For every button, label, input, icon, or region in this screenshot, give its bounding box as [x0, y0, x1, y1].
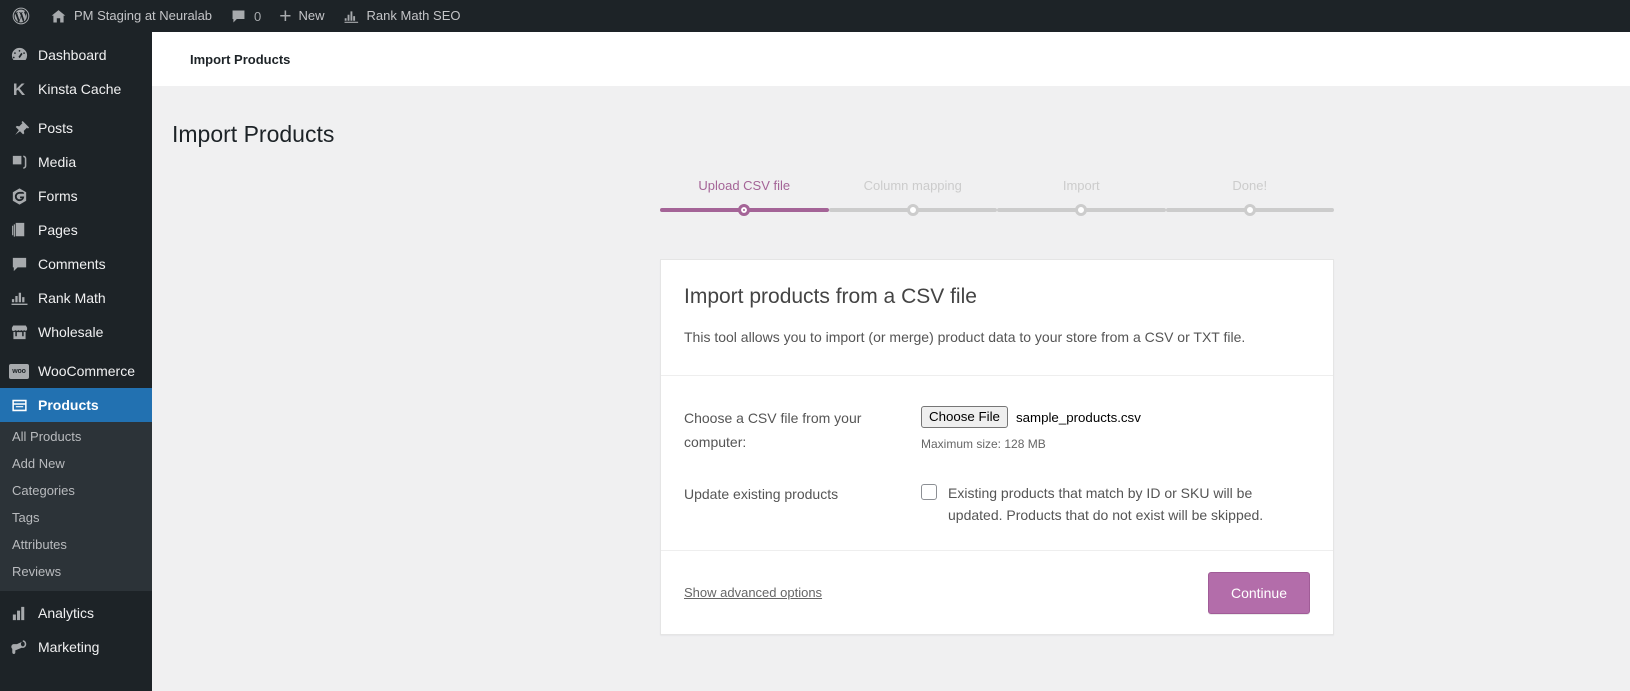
media-icon — [9, 152, 29, 172]
continue-button[interactable]: Continue — [1207, 571, 1310, 614]
sidebar-item-categories[interactable]: Categories — [0, 477, 152, 504]
step-column-mapping: Column mapping — [828, 178, 998, 216]
show-advanced-options-link[interactable]: Show advanced options — [684, 585, 822, 600]
selected-file-name: sample_products.csv — [1015, 409, 1141, 425]
sidebar-item-posts[interactable]: Posts — [0, 111, 152, 145]
page-title: Import Products — [172, 121, 335, 147]
card-body: Choose a CSV file from your computer: Ch… — [661, 376, 1333, 550]
import-card: Import products from a CSV file This too… — [660, 259, 1334, 635]
comment-count: 0 — [254, 8, 262, 24]
import-stepper: Upload CSV file Column mapping Import Do… — [660, 178, 1334, 236]
step-label: Column mapping — [863, 178, 962, 193]
max-size-hint: Maximum size: 128 MB — [921, 437, 1046, 451]
update-existing-row: Update existing products Existing produc… — [684, 472, 1310, 536]
sidebar-label: Marketing — [38, 639, 100, 655]
update-existing-description: Existing products that match by ID or SK… — [948, 485, 1264, 523]
site-name-label: PM Staging at Neuralab — [74, 8, 213, 23]
wp-logo-menu[interactable] — [0, 0, 41, 32]
card-description: This tool allows you to import (or merge… — [684, 329, 1246, 345]
admin-sidebar: Dashboard K Kinsta Cache Posts Media For… — [0, 32, 160, 691]
sidebar-item-wholesale[interactable]: Wholesale — [0, 315, 152, 349]
sidebar-item-products[interactable]: Products — [0, 388, 160, 422]
step-import: Import — [997, 178, 1166, 216]
step-upload-csv[interactable]: Upload CSV file — [660, 178, 829, 216]
step-label: Import — [1062, 178, 1100, 193]
new-label: New — [298, 8, 325, 23]
wordpress-logo-icon — [11, 6, 31, 26]
sidebar-item-comments[interactable]: Comments — [0, 247, 152, 281]
site-name-menu[interactable]: PM Staging at Neuralab — [41, 0, 221, 32]
rank-math-menu[interactable]: Rank Math SEO — [334, 0, 470, 32]
file-upload-field: Choose File sample_products.csv Maximum … — [921, 406, 1310, 454]
sidebar-label: Rank Math — [38, 290, 106, 306]
megaphone-icon — [9, 637, 29, 657]
comment-bubble-icon — [230, 8, 247, 25]
bar-chart-icon — [9, 603, 29, 623]
sidebar-label: Kinsta Cache — [38, 81, 122, 97]
comments-menu[interactable]: 0 — [221, 0, 270, 32]
sidebar-item-add-new[interactable]: Add New — [0, 450, 152, 477]
store-icon — [9, 322, 29, 342]
sidebar-label: Media — [38, 154, 77, 170]
sidebar-item-forms[interactable]: Forms — [0, 179, 152, 213]
update-existing-field: Existing products that match by ID or SK… — [921, 482, 1310, 526]
card-heading: Import products from a CSV file — [684, 285, 977, 308]
update-existing-checkbox[interactable] — [921, 484, 937, 500]
sidebar-item-kinsta-cache[interactable]: K Kinsta Cache — [0, 72, 152, 106]
rank-math-icon — [343, 8, 360, 25]
sidebar-label: Analytics — [38, 605, 95, 621]
rank-math-icon — [9, 288, 29, 308]
forms-icon — [9, 186, 29, 206]
rank-math-label: Rank Math SEO — [366, 8, 461, 23]
products-submenu: All Products Add New Categories Tags Att… — [0, 422, 152, 591]
sidebar-item-attributes[interactable]: Attributes — [0, 531, 152, 558]
sidebar-item-woocommerce[interactable]: woo WooCommerce — [0, 354, 152, 388]
sidebar-label: Wholesale — [38, 324, 104, 340]
breadcrumb-bar: Import Products — [152, 32, 1630, 86]
sidebar-item-tags[interactable]: Tags — [0, 504, 152, 531]
dashboard-icon — [9, 45, 29, 65]
sidebar-item-marketing[interactable]: Marketing — [0, 630, 152, 664]
file-upload-row: Choose a CSV file from your computer: Ch… — [684, 396, 1310, 472]
home-icon — [50, 8, 67, 25]
step-label: Done! — [1232, 178, 1268, 193]
sidebar-item-dashboard[interactable]: Dashboard — [0, 38, 152, 72]
sidebar-label: Dashboard — [38, 47, 107, 63]
choose-file-button[interactable]: Choose File — [921, 406, 1008, 428]
sidebar-label: Posts — [38, 120, 74, 136]
card-footer: Show advanced options Continue — [661, 550, 1333, 634]
card-header: Import products from a CSV file This too… — [661, 260, 1333, 376]
admin-bar: PM Staging at Neuralab 0 + New Rank Math… — [0, 0, 1630, 32]
products-icon — [9, 395, 29, 415]
comment-bubble-icon — [9, 254, 29, 274]
sidebar-label: WooCommerce — [38, 363, 135, 379]
sidebar-label: Forms — [38, 188, 78, 204]
kinsta-k-icon: K — [12, 79, 26, 99]
step-done: Done! — [1165, 178, 1335, 216]
sidebar-label: Pages — [38, 222, 78, 238]
plus-icon: + — [279, 4, 292, 28]
sidebar-label: Comments — [38, 256, 106, 272]
step-label: Upload CSV file — [698, 178, 791, 193]
file-upload-label: Choose a CSV file from your computer: — [684, 410, 862, 450]
new-content-menu[interactable]: + New — [270, 0, 333, 32]
sidebar-item-rank-math[interactable]: Rank Math — [0, 281, 152, 315]
update-existing-label: Update existing products — [684, 486, 839, 502]
sidebar-item-all-products[interactable]: All Products — [0, 423, 152, 450]
pages-icon — [9, 220, 29, 240]
sidebar-item-media[interactable]: Media — [0, 145, 152, 179]
breadcrumb: Import Products — [190, 51, 291, 67]
sidebar-item-analytics[interactable]: Analytics — [0, 596, 152, 630]
sidebar-item-reviews[interactable]: Reviews — [0, 558, 152, 585]
sidebar-item-pages[interactable]: Pages — [0, 213, 152, 247]
content-area: Import Products Import Products Upload C… — [152, 32, 1630, 691]
pin-icon — [9, 118, 29, 138]
sidebar-label: Products — [38, 397, 99, 413]
woocommerce-icon: woo — [9, 361, 29, 381]
